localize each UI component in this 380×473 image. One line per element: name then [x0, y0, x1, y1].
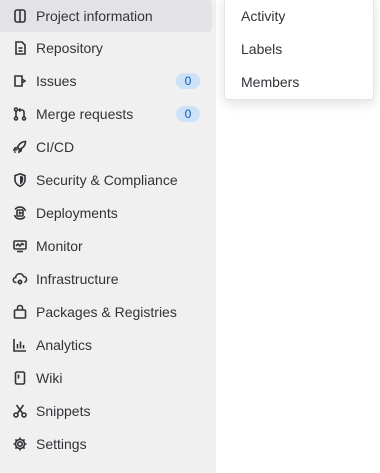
issues-count-badge: 0 — [176, 73, 200, 89]
sidebar-item-ci-cd[interactable]: CI/CD — [0, 131, 212, 163]
package-icon — [12, 304, 28, 320]
scissors-icon — [12, 403, 28, 419]
sidebar-item-project-information[interactable]: Project information — [0, 0, 212, 32]
book-icon — [12, 370, 28, 386]
sidebar-item-label: Infrastructure — [36, 271, 119, 287]
sidebar-item-label: Analytics — [36, 337, 93, 353]
merge-requests-count-badge: 0 — [176, 106, 200, 122]
sidebar-item-analytics[interactable]: Analytics — [0, 329, 212, 361]
sidebar-item-deployments[interactable]: Deployments — [0, 197, 212, 229]
flyout-item-activity[interactable]: Activity — [225, 1, 373, 31]
sidebar-item-label: CI/CD — [36, 139, 75, 155]
sidebar-item-merge-requests[interactable]: Merge requests 0 — [0, 98, 212, 130]
issues-icon — [12, 73, 28, 89]
sidebar-item-label: Repository — [36, 40, 103, 56]
sidebar-item-label: Security & Compliance — [36, 172, 178, 188]
sidebar-item-label: Monitor — [36, 238, 83, 254]
sidebar-item-settings[interactable]: Settings — [0, 428, 212, 460]
sidebar-item-repository[interactable]: Repository — [0, 32, 212, 64]
sidebar-item-label: Snippets — [36, 403, 91, 419]
monitor-icon — [12, 238, 28, 254]
sidebar-item-wiki[interactable]: Wiki — [0, 362, 212, 394]
sidebar-item-label: Wiki — [36, 370, 63, 386]
sidebar-item-issues[interactable]: Issues 0 — [0, 65, 212, 97]
chart-icon — [12, 337, 28, 353]
sidebar-item-label: Settings — [36, 436, 87, 452]
sidebar-item-security-compliance[interactable]: Security & Compliance — [0, 164, 212, 196]
rocket-icon — [12, 139, 28, 155]
sidebar-item-label: Packages & Registries — [36, 304, 177, 320]
repository-icon — [12, 40, 28, 56]
flyout-item-members[interactable]: Members — [225, 67, 373, 97]
gear-icon — [12, 436, 28, 452]
shield-icon — [12, 172, 28, 188]
cloud-gear-icon — [12, 271, 28, 287]
project-information-icon — [12, 8, 28, 24]
sidebar-item-snippets[interactable]: Snippets — [0, 395, 212, 427]
merge-requests-icon — [12, 106, 28, 122]
deployments-icon — [12, 205, 28, 221]
sidebar-item-packages-registries[interactable]: Packages & Registries — [0, 296, 212, 328]
sidebar-item-label: Deployments — [36, 205, 118, 221]
sidebar-item-monitor[interactable]: Monitor — [0, 230, 212, 262]
sidebar-item-label: Project information — [36, 8, 153, 24]
sidebar: Project information Repository Issues 0 … — [0, 0, 216, 473]
project-information-flyout-menu: Activity Labels Members — [224, 0, 374, 100]
sidebar-item-infrastructure[interactable]: Infrastructure — [0, 263, 212, 295]
flyout-item-labels[interactable]: Labels — [225, 34, 373, 64]
